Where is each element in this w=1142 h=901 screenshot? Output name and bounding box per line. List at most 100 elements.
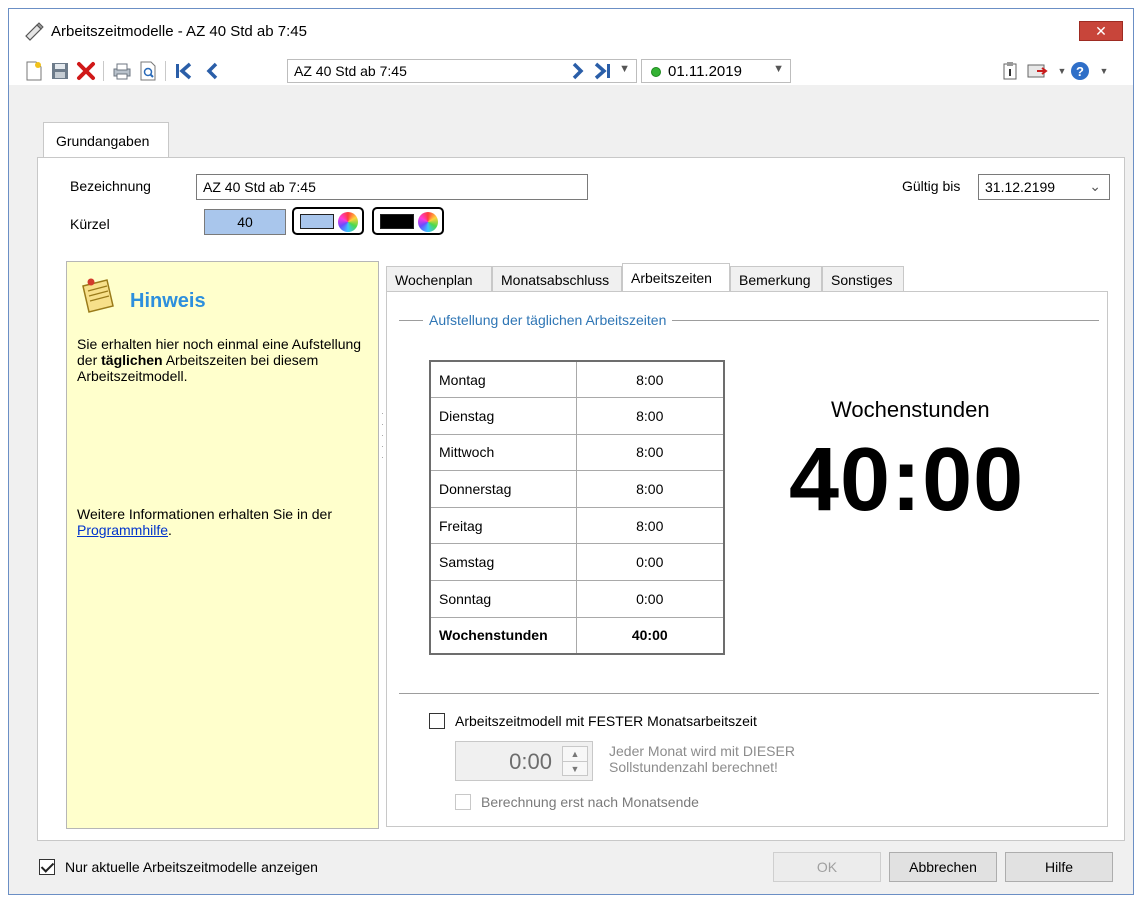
hours-cell: 8:00 [575, 506, 725, 545]
day-cell: Sonntag [429, 580, 577, 618]
hint-panel: Hinweis Sie erhalten hier noch einmal ei… [66, 261, 379, 829]
dialog-window: Arbeitszeitmodelle - AZ 40 Std ab 7:45 ✕… [8, 8, 1134, 895]
delete-icon[interactable] [75, 60, 97, 82]
bezeichnung-input[interactable]: AZ 40 Std ab 7:45 [196, 174, 588, 200]
color-wheel-icon [338, 212, 358, 232]
help-button[interactable]: Hilfe [1005, 852, 1113, 882]
table-row: Donnerstag 8:00 [429, 470, 725, 508]
hours-cell: 8:00 [575, 470, 725, 508]
text-color-swatch [380, 214, 414, 229]
hint-text: Sie erhalten hier noch einmal eine Aufst… [77, 336, 367, 384]
weekly-hours-value: 40:00 [789, 430, 1025, 530]
new-document-icon[interactable] [23, 60, 45, 82]
title-bar: Arbeitszeitmodelle - AZ 40 Std ab 7:45 ✕ [9, 9, 1133, 55]
tab-grundangaben[interactable]: Grundangaben [43, 122, 169, 158]
last-record-icon[interactable] [591, 60, 613, 82]
previous-record-icon[interactable] [201, 60, 223, 82]
only-current-checkbox[interactable] [39, 859, 55, 875]
table-row: Montag 8:00 [429, 360, 725, 399]
chevron-down-icon[interactable]: ▼ [1093, 60, 1115, 82]
day-cell: Montag [429, 360, 577, 399]
note-line-2: Sollstundenzahl berechnet! [609, 759, 778, 775]
stepper-down-icon[interactable]: ▼ [563, 762, 587, 777]
toolbar-separator [103, 61, 104, 81]
daily-hours-table: Montag 8:00 Dienstag 8:00 Mittwoch 8:00 Donner… [429, 360, 725, 655]
total-value-cell: 40:00 [575, 616, 725, 655]
chevron-down-icon[interactable]: ⌄ [1089, 178, 1101, 195]
cancel-button[interactable]: Abbrechen [889, 852, 997, 882]
after-month-end-checkbox[interactable] [455, 794, 471, 810]
tab-sonstiges[interactable]: Sonstiges [822, 266, 904, 293]
ok-button[interactable]: OK [773, 852, 881, 882]
group-title: Aufstellung der täglichen Arbeitszeiten [423, 312, 673, 328]
stepper-buttons[interactable]: ▲ ▼ [562, 746, 588, 776]
gueltig-bis-label: Gültig bis [902, 178, 961, 194]
stepper-up-icon[interactable]: ▲ [563, 747, 587, 762]
hint-more-info: Weitere Informationen erhalten Sie in de… [77, 506, 367, 538]
arbeitszeiten-tab-content: Aufstellung der täglichen Arbeitszeiten … [386, 291, 1108, 827]
fixed-month-hours-checkbox[interactable] [429, 713, 445, 729]
exit-icon[interactable] [1027, 60, 1049, 82]
hint-text-bold: täglichen [101, 352, 163, 368]
background-color-swatch [300, 214, 334, 229]
after-month-end-label: Berechnung erst nach Monatsende [481, 794, 699, 810]
chevron-down-icon[interactable]: ▼ [619, 63, 630, 75]
preview-icon[interactable] [137, 60, 159, 82]
program-help-link[interactable]: Programmhilfe [77, 522, 168, 538]
day-cell: Mittwoch [429, 433, 577, 472]
monthly-hours-stepper[interactable]: 0:00 ▲ ▼ [455, 741, 593, 781]
hint-more-text: Weitere Informationen erhalten Sie in de… [77, 506, 332, 522]
note-line-1: Jeder Monat wird mit DIESER [609, 743, 795, 759]
kuerzel-label: Kürzel [70, 216, 110, 232]
first-record-icon[interactable] [173, 60, 195, 82]
tab-wochenplan[interactable]: Wochenplan [386, 266, 492, 293]
svg-text:?: ? [1076, 64, 1084, 79]
validity-date-value: 01.11.2019 [668, 63, 742, 80]
toolbar: AZ 40 Std ab 7:45 ▼ 01.11.2019 ▼ ▼ ? ▼ [9, 55, 1133, 85]
background-color-picker[interactable] [292, 207, 364, 235]
hours-cell: 8:00 [575, 360, 725, 399]
table-row: Sonntag 0:00 [429, 580, 725, 618]
close-button[interactable]: ✕ [1079, 21, 1123, 41]
gueltig-bis-input[interactable]: 31.12.2199 ⌄ [978, 174, 1110, 200]
hours-cell: 8:00 [575, 397, 725, 435]
save-icon[interactable] [49, 60, 71, 82]
kuerzel-input[interactable]: 40 [204, 209, 286, 235]
table-row: Samstag 0:00 [429, 543, 725, 582]
gueltig-bis-value: 31.12.2199 [985, 179, 1056, 195]
day-cell: Freitag [429, 506, 577, 545]
tab-bemerkung[interactable]: Bemerkung [730, 266, 822, 293]
monthly-hours-value: 0:00 [509, 749, 552, 774]
chevron-down-icon[interactable]: ▼ [773, 63, 784, 75]
hours-cell: 8:00 [575, 433, 725, 472]
toolbar-separator [165, 61, 166, 81]
day-cell: Samstag [429, 543, 577, 582]
day-cell: Donnerstag [429, 470, 577, 508]
clipboard-pen-icon [25, 22, 44, 41]
table-row: Mittwoch 8:00 [429, 433, 725, 472]
fixed-month-hours-label: Arbeitszeitmodell mit FESTER Monatsarbei… [455, 713, 757, 729]
help-icon[interactable]: ? [1069, 60, 1091, 82]
tab-monatsabschluss[interactable]: Monatsabschluss [492, 266, 622, 293]
print-icon[interactable] [111, 60, 133, 82]
note-icon [82, 278, 114, 313]
tab-arbeitszeiten[interactable]: Arbeitszeiten [622, 263, 730, 294]
hours-cell: 0:00 [575, 580, 725, 618]
color-wheel-icon [418, 212, 438, 232]
record-selector-value: AZ 40 Std ab 7:45 [294, 63, 407, 79]
hint-more-suffix: . [168, 522, 172, 538]
validity-date-selector[interactable]: 01.11.2019 ▼ [641, 59, 791, 83]
next-record-icon[interactable] [567, 60, 589, 82]
bezeichnung-label: Bezeichnung [70, 178, 151, 194]
table-row: Freitag 8:00 [429, 506, 725, 545]
status-indicator-icon [651, 67, 661, 77]
hours-cell: 0:00 [575, 543, 725, 582]
splitter-handle[interactable]: · · · · · [381, 408, 385, 478]
only-current-label: Nur aktuelle Arbeitszeitmodelle anzeigen [65, 859, 318, 875]
section-divider [399, 693, 1099, 694]
day-cell: Dienstag [429, 397, 577, 435]
hint-title: Hinweis [130, 290, 206, 312]
monthly-hours-note: Jeder Monat wird mit DIESER Sollstundenz… [609, 743, 795, 775]
text-color-picker[interactable] [372, 207, 444, 235]
clipboard-info-icon[interactable] [999, 60, 1021, 82]
